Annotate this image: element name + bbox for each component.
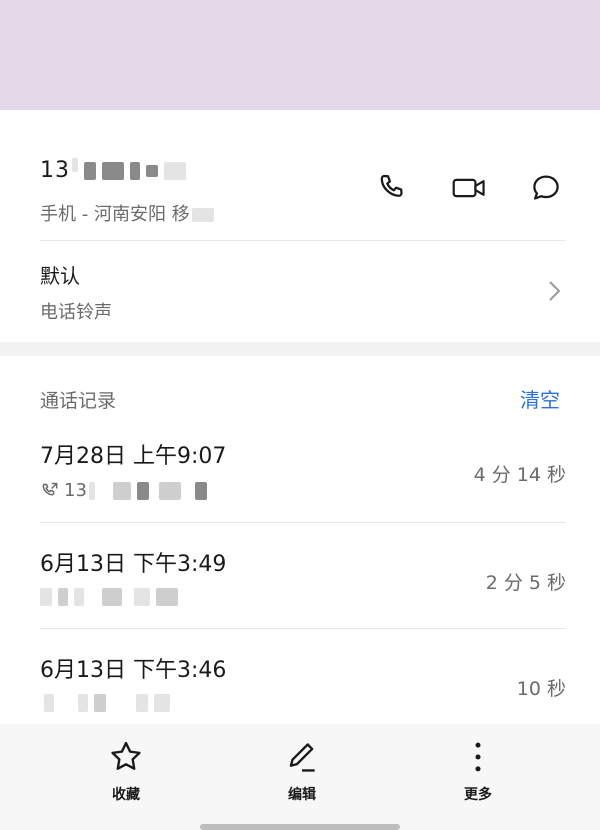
phone-number-row[interactable]: 13 手机 - 河南安阳 移 <box>0 110 600 240</box>
call-duration: 2 分 5 秒 <box>485 572 566 594</box>
call-log-title: 通话记录 <box>40 390 117 412</box>
phone-number-prefix: 13 <box>40 158 70 183</box>
message-icon <box>533 175 559 200</box>
call-time: 7月28日 上午9:07 <box>40 444 227 469</box>
favorite-button[interactable]: 收藏 <box>86 738 166 814</box>
contact-card: 13 手机 - 河南安阳 移 默认 电话铃声 <box>0 110 600 342</box>
call-log-card: 通话记录 清空 7月28日 上午9:07 13 4 分 14 秒 6月13日 下… <box>0 356 600 724</box>
more-vertical-icon <box>475 742 481 772</box>
pencil-icon <box>289 743 315 772</box>
more-label: 更多 <box>464 787 492 803</box>
outgoing-call-icon <box>42 482 58 495</box>
message-button[interactable] <box>524 166 568 210</box>
edit-button[interactable]: 编辑 <box>262 738 342 814</box>
video-call-button[interactable] <box>448 166 492 210</box>
home-indicator <box>200 824 400 830</box>
ringtone-title: 默认 <box>40 264 80 288</box>
call-duration: 4 分 14 秒 <box>473 464 566 486</box>
call-time: 6月13日 下午3:46 <box>40 658 227 683</box>
chevron-right-icon <box>549 281 561 301</box>
phone-icon <box>380 174 403 197</box>
call-time: 6月13日 下午3:49 <box>40 552 227 577</box>
call-duration: 10 秒 <box>516 678 566 700</box>
ringtone-subtitle: 电话铃声 <box>40 302 112 323</box>
divider <box>40 628 566 629</box>
edit-label: 编辑 <box>288 787 316 803</box>
bottom-toolbar: 收藏 编辑 更多 <box>0 724 600 830</box>
clear-call-log-button[interactable]: 清空 <box>520 384 560 413</box>
call-number <box>40 694 170 712</box>
call-log-item[interactable]: 7月28日 上午9:07 13 4 分 14 秒 <box>0 432 600 536</box>
more-button[interactable]: 更多 <box>438 738 518 814</box>
phone-type-location: 手机 - 河南安阳 移 <box>40 200 214 226</box>
ringtone-row[interactable]: 默认 电话铃声 <box>0 240 600 342</box>
divider <box>40 522 566 523</box>
video-call-icon <box>452 178 485 198</box>
favorite-label: 收藏 <box>112 787 140 803</box>
call-number: 13 <box>40 480 207 501</box>
phone-number: 13 <box>40 158 186 183</box>
call-button[interactable] <box>370 166 414 210</box>
star-icon <box>111 741 141 770</box>
contact-header-banner <box>0 0 600 110</box>
call-number <box>40 588 178 606</box>
